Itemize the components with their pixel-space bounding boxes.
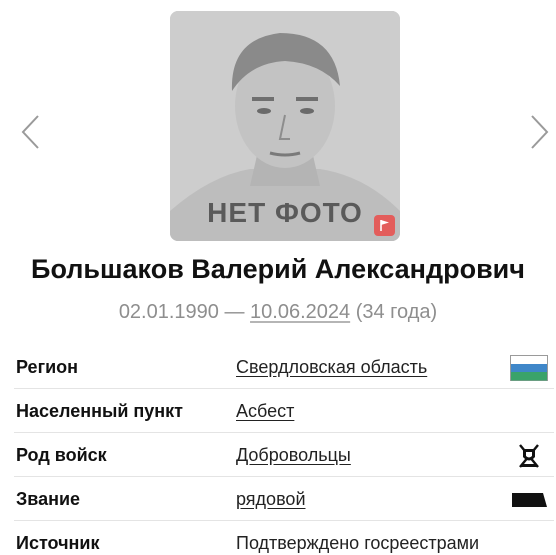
chevron-left-icon <box>21 115 39 149</box>
rank-label: Звание <box>16 489 81 509</box>
details-row-rank: Звание рядовой <box>14 477 554 521</box>
age-at-death: (34 года) <box>355 301 438 323</box>
branch-label: Род войск <box>16 445 107 465</box>
details-row-branch: Род войск Добровольцы <box>14 433 554 477</box>
branch-link[interactable]: Добровольцы <box>236 445 351 466</box>
private-rank-insignia-icon <box>510 487 548 513</box>
birth-date: 02.01.1990 <box>118 301 219 323</box>
flag-icon <box>380 220 389 231</box>
details-row-source: Источник Подтверждено госреестрами <box>14 521 554 555</box>
next-button[interactable] <box>524 112 552 152</box>
report-flag-button[interactable] <box>374 215 395 236</box>
death-date: 10.06.2024 <box>250 301 351 323</box>
locality-link[interactable]: Асбест <box>236 401 294 422</box>
locality-label: Населенный пункт <box>16 401 184 421</box>
details-row-region: Регион Свердловская область <box>14 345 554 389</box>
memorial-profile-page: НЕТ ФОТО Большаков Валерий Александрович… <box>0 0 556 555</box>
date-separator: — <box>224 301 245 323</box>
region-link[interactable]: Свердловская область <box>236 357 427 378</box>
details-table: Регион Свердловская область Населенный п… <box>14 345 554 555</box>
volunteers-emblem-icon <box>510 443 548 469</box>
sverdlovsk-region-flag-icon <box>510 355 548 381</box>
lifespan-dates: 02.01.1990 — 10.06.2024 (34 года) <box>0 301 556 324</box>
chevron-right-icon <box>531 115 549 149</box>
source-value: Подтверждено госреестрами <box>236 533 480 553</box>
no-photo-label: НЕТ ФОТО <box>207 197 363 228</box>
rank-link[interactable]: рядовой <box>236 489 306 510</box>
details-row-locality: Населенный пункт Асбест <box>14 389 554 433</box>
region-label: Регион <box>16 357 78 377</box>
person-photo-placeholder: НЕТ ФОТО <box>170 11 400 241</box>
source-label: Источник <box>16 533 100 553</box>
person-name: Большаков Валерий Александрович <box>31 254 525 284</box>
previous-button[interactable] <box>18 112 46 152</box>
